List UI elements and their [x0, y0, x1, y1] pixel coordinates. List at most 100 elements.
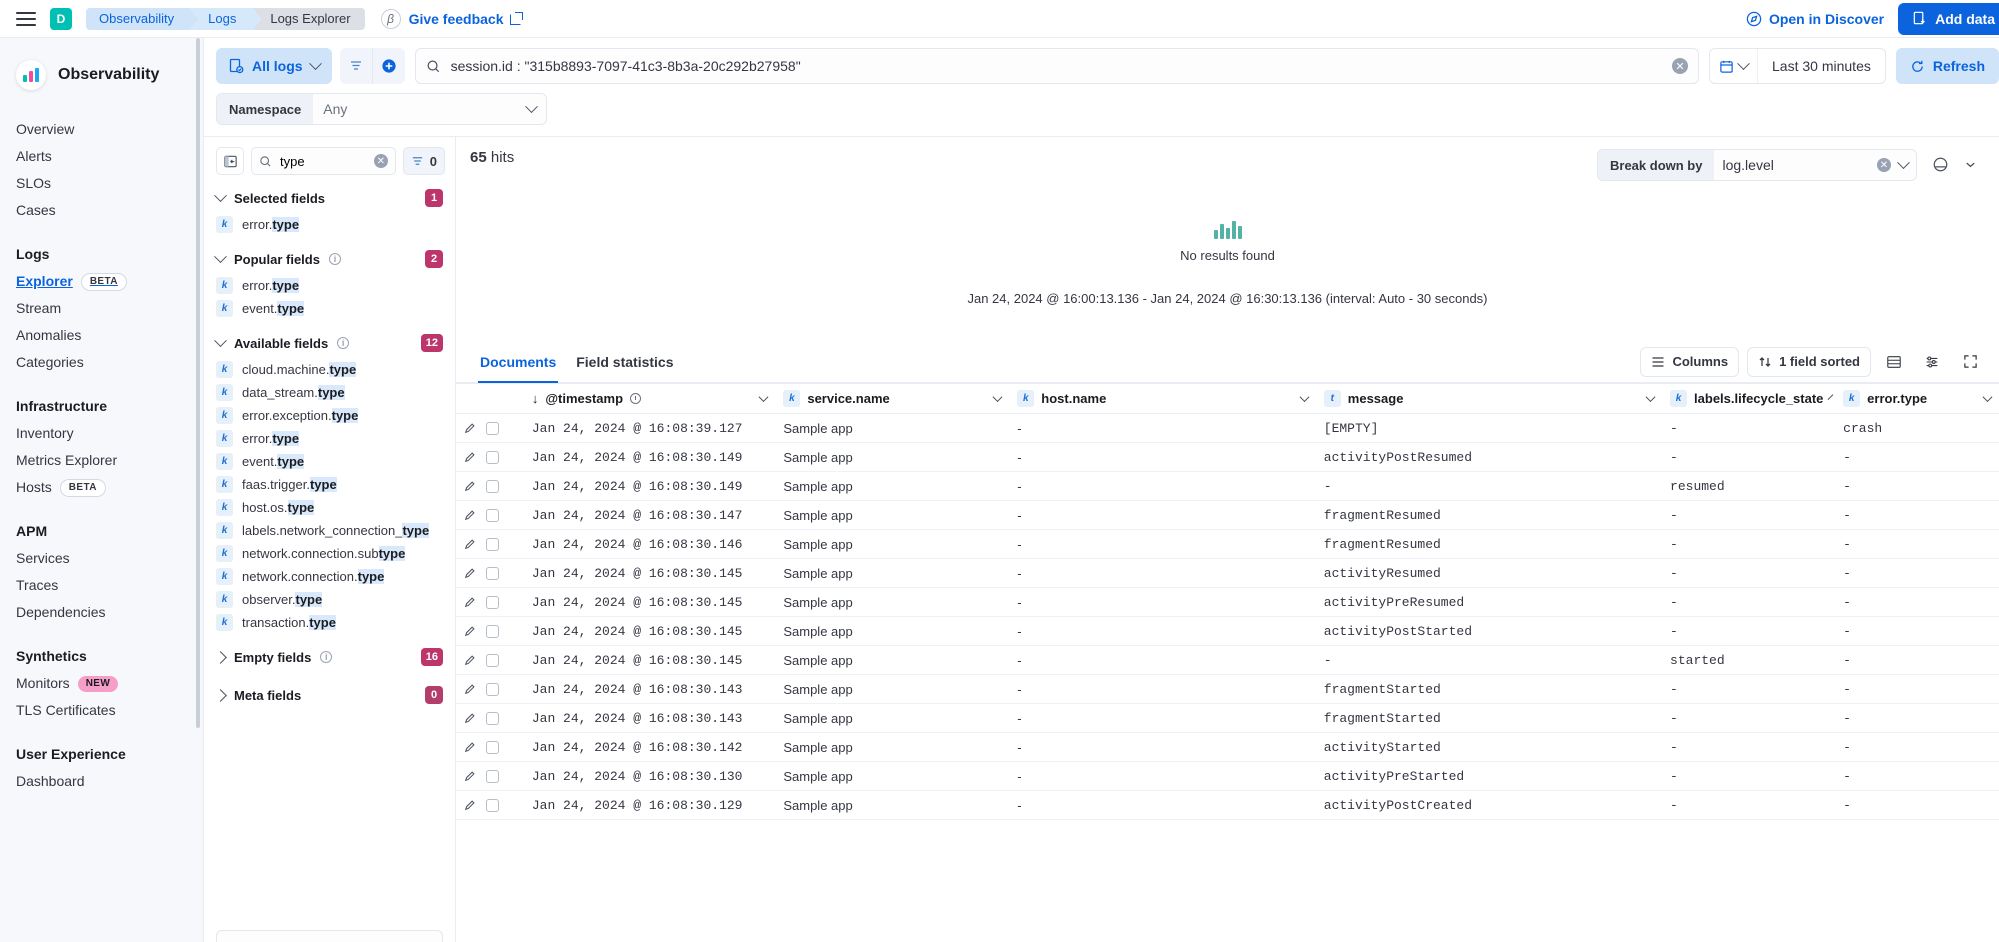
field-item[interactable]: knetwork.connection.subtype [204, 542, 455, 565]
date-range-label[interactable]: Last 30 minutes [1758, 58, 1885, 74]
row-checkbox[interactable] [486, 799, 499, 812]
fullscreen-button[interactable] [1955, 347, 1985, 377]
chart-options-button[interactable] [1925, 149, 1955, 179]
expand-row-icon[interactable] [464, 567, 476, 579]
field-section-popular[interactable]: Popular fields i 2 [204, 236, 455, 274]
column-header-message[interactable]: t message [1316, 384, 1662, 414]
table-row[interactable]: Jan 24, 2024 @ 16:08:30.149Sample app--r… [456, 472, 1999, 501]
table-row[interactable]: Jan 24, 2024 @ 16:08:30.145Sample app-ac… [456, 588, 1999, 617]
row-checkbox[interactable] [486, 567, 499, 580]
field-item[interactable]: k error.type [204, 274, 455, 297]
sidebar-item-alerts[interactable]: Alerts [0, 143, 203, 170]
date-picker[interactable]: Last 30 minutes [1709, 48, 1886, 84]
sidebar-item-stream[interactable]: Stream [0, 295, 203, 322]
row-checkbox[interactable] [486, 625, 499, 638]
field-filter-group[interactable]: 0 [403, 147, 445, 175]
chevron-down-icon[interactable] [1983, 392, 1993, 402]
namespace-filter[interactable]: Namespace Any [216, 93, 547, 125]
table-row[interactable]: Jan 24, 2024 @ 16:08:30.142Sample app-ac… [456, 733, 1999, 762]
sidebar-item-explorer[interactable]: Explorer BETA [0, 268, 203, 295]
field-item[interactable]: kdata_stream.type [204, 381, 455, 404]
breakdown-select[interactable]: log.level ✕ [1714, 150, 1916, 180]
sidebar-item-cases[interactable]: Cases [0, 197, 203, 224]
table-row[interactable]: Jan 24, 2024 @ 16:08:30.145Sample app--s… [456, 646, 1999, 675]
expand-row-icon[interactable] [464, 422, 476, 434]
breadcrumb-logs-explorer[interactable]: Logs Explorer [252, 8, 364, 30]
sidebar-item-services[interactable]: Services [0, 545, 203, 572]
row-checkbox[interactable] [486, 451, 499, 464]
namespace-select[interactable]: Any [313, 94, 546, 124]
sidebar-item-slos[interactable]: SLOs [0, 170, 203, 197]
field-item[interactable]: kfaas.trigger.type [204, 473, 455, 496]
filter-list-button[interactable] [340, 48, 372, 84]
expand-row-icon[interactable] [464, 770, 476, 782]
field-section-meta[interactable]: Meta fields 0 [204, 672, 455, 710]
grid-settings-button[interactable] [1917, 347, 1947, 377]
field-item[interactable]: kerror.type [204, 427, 455, 450]
display-options-button[interactable] [1879, 347, 1909, 377]
expand-row-icon[interactable] [464, 480, 476, 492]
query-input-wrapper[interactable]: ✕ [415, 48, 1699, 84]
field-item[interactable]: k event.type [204, 297, 455, 320]
row-checkbox[interactable] [486, 538, 499, 551]
field-section-available[interactable]: Available fields i 12 [204, 320, 455, 358]
field-item[interactable]: kobserver.type [204, 588, 455, 611]
sidebar-item-metrics-explorer[interactable]: Metrics Explorer [0, 447, 203, 474]
expand-row-icon[interactable] [464, 625, 476, 637]
dataset-selector-button[interactable]: All logs [216, 48, 332, 84]
sidebar-scrollbar[interactable] [196, 38, 200, 728]
field-item[interactable]: kerror.exception.type [204, 404, 455, 427]
column-header-timestamp[interactable]: ↓ @timestamp [524, 384, 776, 414]
expand-row-icon[interactable] [464, 596, 476, 608]
sidebar-item-inventory[interactable]: Inventory [0, 420, 203, 447]
column-header-service-name[interactable]: k service.name [775, 384, 1009, 414]
clear-field-search-icon[interactable]: ✕ [374, 154, 388, 168]
column-header-host-name[interactable]: k host.name [1009, 384, 1315, 414]
sidebar-item-dependencies[interactable]: Dependencies [0, 599, 203, 626]
row-checkbox[interactable] [486, 741, 499, 754]
field-item[interactable]: k error.type [204, 213, 455, 236]
column-header-error-type[interactable]: k error.type [1835, 384, 1999, 414]
date-quick-select-button[interactable] [1710, 49, 1758, 83]
expand-row-icon[interactable] [464, 683, 476, 695]
expand-row-icon[interactable] [464, 509, 476, 521]
give-feedback-link[interactable]: Give feedback [409, 11, 523, 27]
add-data-button[interactable]: Add data [1898, 3, 1999, 35]
expand-row-icon[interactable] [464, 654, 476, 666]
field-item[interactable]: kcloud.machine.type [204, 358, 455, 381]
tab-field-statistics[interactable]: Field statistics [566, 341, 683, 382]
sidebar-item-anomalies[interactable]: Anomalies [0, 322, 203, 349]
table-row[interactable]: Jan 24, 2024 @ 16:08:30.146Sample app-fr… [456, 530, 1999, 559]
refresh-button[interactable]: Refresh [1896, 48, 1999, 84]
search-input[interactable] [451, 58, 1662, 74]
open-in-discover-button[interactable]: Open in Discover [1746, 11, 1884, 27]
breadcrumb-logs[interactable]: Logs [190, 8, 252, 30]
deployment-badge[interactable]: D [50, 8, 72, 30]
expand-row-icon[interactable] [464, 799, 476, 811]
sidebar-item-overview[interactable]: Overview [0, 116, 203, 143]
row-checkbox[interactable] [486, 712, 499, 725]
field-section-empty[interactable]: Empty fields i 16 [204, 634, 455, 672]
tab-documents[interactable]: Documents [470, 341, 566, 382]
expand-row-icon[interactable] [464, 451, 476, 463]
breadcrumb-observability[interactable]: Observability [86, 8, 190, 30]
table-row[interactable]: Jan 24, 2024 @ 16:08:30.143Sample app-fr… [456, 675, 1999, 704]
expand-row-icon[interactable] [464, 741, 476, 753]
sidebar-item-monitors[interactable]: Monitors NEW [0, 670, 203, 697]
field-item[interactable]: khost.os.type [204, 496, 455, 519]
row-checkbox[interactable] [486, 596, 499, 609]
field-search-wrapper[interactable]: ✕ [251, 147, 396, 175]
sidebar-item-hosts[interactable]: Hosts BETA [0, 474, 203, 501]
hamburger-menu-icon[interactable] [16, 12, 36, 26]
field-section-selected[interactable]: Selected fields 1 [204, 175, 455, 213]
chevron-down-icon[interactable] [1828, 394, 1834, 400]
field-item[interactable]: klabels.network_connection_type [204, 519, 455, 542]
row-checkbox[interactable] [486, 683, 499, 696]
row-checkbox[interactable] [486, 422, 499, 435]
chevron-down-icon[interactable] [759, 392, 769, 402]
table-row[interactable]: Jan 24, 2024 @ 16:08:30.147Sample app-fr… [456, 501, 1999, 530]
table-row[interactable]: Jan 24, 2024 @ 16:08:30.149Sample app-ac… [456, 443, 1999, 472]
row-checkbox[interactable] [486, 480, 499, 493]
sort-fields-button[interactable]: 1 field sorted [1747, 347, 1871, 377]
column-header-lifecycle-state[interactable]: k labels.lifecycle_state [1662, 384, 1835, 414]
